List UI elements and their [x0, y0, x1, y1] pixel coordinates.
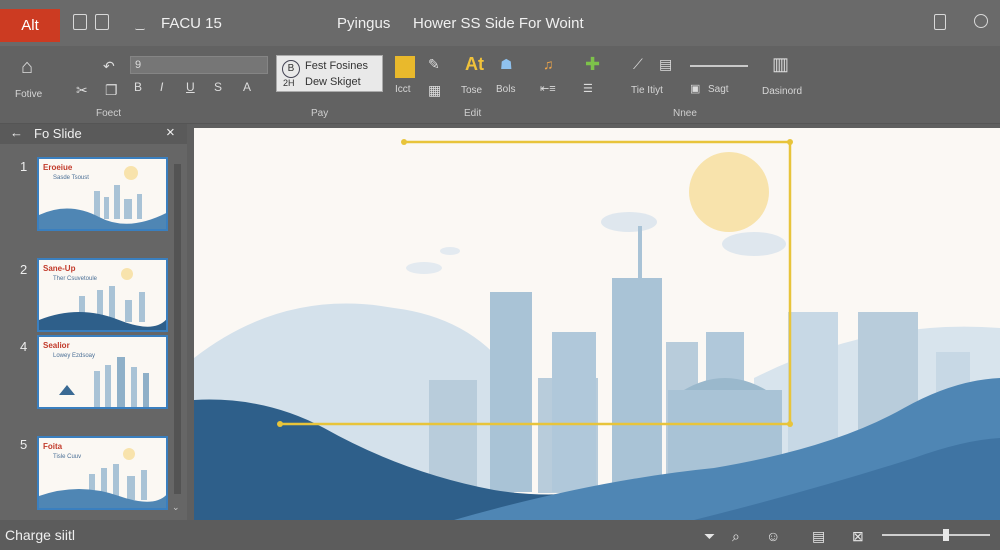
thumb-landscape — [39, 166, 166, 229]
ribbon: ⌂ Fotive ↶ ✂ ❐ 9 B I U S A B Fest Fosine… — [0, 46, 1000, 124]
slide-number: 1 — [20, 159, 28, 174]
font-size-value: 9 — [135, 59, 142, 71]
status-text: Charge siitl — [5, 527, 76, 543]
bols-label[interactable]: Bols — [496, 84, 515, 95]
arrow-left-icon[interactable]: ← — [10, 125, 23, 140]
building-shape — [429, 380, 477, 490]
user-icon[interactable]: ☺ — [766, 528, 780, 544]
slide-thumbnail[interactable]: Sealior Lowey Ezdsoay — [37, 335, 168, 409]
doc-icon[interactable] — [95, 14, 109, 30]
line-weight-icon[interactable] — [690, 65, 748, 67]
cloud-shape — [722, 232, 786, 256]
underline-icon[interactable]: U — [186, 80, 195, 94]
align-icon[interactable]: ⇤≡ — [540, 82, 556, 95]
style-line1: Fest Fosines — [305, 60, 368, 72]
style-line2: Dew Skiget — [305, 76, 361, 88]
zoom-slider-thumb[interactable] — [943, 529, 949, 541]
font-size-input[interactable]: 9 — [130, 56, 268, 74]
bold-icon[interactable]: B — [134, 80, 142, 94]
font-color-icon[interactable]: A — [243, 80, 251, 94]
alt-button[interactable]: Alt — [0, 9, 60, 42]
file-name: FACU 15 — [161, 15, 222, 32]
slide-number: 5 — [20, 437, 28, 452]
title-bar: Alt FACU 15 Pyingus Hower SS Side For Wo… — [0, 0, 1000, 46]
slide-illustration — [194, 139, 1000, 520]
brush-icon[interactable]: ✎ — [428, 56, 440, 73]
sun-shape — [689, 152, 769, 232]
restore-icon[interactable] — [934, 14, 946, 30]
copy-icon[interactable]: ❐ — [105, 82, 118, 99]
slide-panel: ← Fo Slide × 1 Eroeiue Sasde Tsoust 2 Sa… — [0, 124, 187, 520]
dashboard-label[interactable]: Dasinord — [762, 86, 802, 97]
spire-shape — [638, 226, 642, 280]
status-bar: Charge siitl ⏷ ⌕ ☺ ▤ ⊠ — [0, 520, 1000, 550]
thumb-landscape — [39, 268, 166, 330]
sagt-label[interactable]: Sagt — [708, 84, 729, 95]
zoom-slider[interactable] — [882, 529, 990, 541]
style-icon-label: 2H — [283, 78, 295, 88]
slide-canvas[interactable] — [194, 128, 1000, 520]
table-icon[interactable]: ▤ — [659, 56, 672, 73]
circle-icon[interactable] — [974, 14, 988, 28]
panel-scrollbar[interactable] — [174, 164, 181, 494]
thumb-landscape — [39, 448, 166, 508]
slide-number: 2 — [20, 262, 28, 277]
alt-button-label: Alt — [21, 17, 39, 34]
shape-icon[interactable]: ▣ — [690, 82, 700, 95]
icct-label[interactable]: Icct — [395, 84, 411, 95]
dashboard-icon[interactable]: ▥ — [772, 54, 789, 75]
music-icon[interactable]: ♫ — [543, 56, 554, 72]
text-style-icon[interactable]: At — [465, 54, 484, 75]
italic-icon[interactable]: I — [160, 80, 163, 94]
undo-icon[interactable]: ↶ — [103, 58, 115, 75]
slide-thumbnail[interactable]: Foita Tisle Cuuv — [37, 436, 168, 510]
selection-handle — [401, 139, 407, 145]
tie-itiyt-label[interactable]: Tie Itiyt — [631, 85, 663, 96]
tose-label[interactable]: Tose — [461, 85, 482, 96]
style-gallery[interactable]: B Fest Fosines 2H Dew Skiget — [276, 55, 383, 92]
clipboard-icon[interactable] — [395, 56, 415, 78]
group-label-font: Foect — [96, 108, 122, 119]
group-label-edit: Edit — [464, 108, 482, 119]
menu-text[interactable]: Pyingus — [337, 15, 390, 32]
home-icon[interactable]: ⌂ — [21, 56, 33, 79]
chevron-down-icon[interactable]: ⌄ — [172, 502, 180, 513]
slide-panel-header: ← Fo Slide × — [0, 124, 187, 144]
style-icon: B — [282, 60, 300, 78]
close-icon[interactable]: × — [166, 124, 175, 141]
notes-icon[interactable]: ▤ — [812, 528, 825, 545]
people-icon[interactable]: ☗ — [500, 56, 513, 73]
group-label-nnee: Nnee — [673, 108, 697, 119]
slide-thumbnail[interactable]: Sane-Up Ther Csuvetoule — [37, 258, 168, 332]
slideshow-icon[interactable]: ⊠ — [852, 528, 864, 545]
plus-icon[interactable]: ✚ — [585, 54, 600, 75]
slide-panel-title: Fo Slide — [34, 126, 82, 141]
selection-handle — [787, 139, 793, 145]
line-icon[interactable]: ⟋ — [633, 56, 643, 73]
fotive-label[interactable]: Fotive — [15, 89, 42, 100]
window-title: Hower SS Side For Woint — [413, 15, 584, 32]
cut-icon[interactable]: ✂ — [76, 82, 88, 99]
building-shape — [612, 278, 662, 493]
group-label-pay: Pay — [311, 108, 329, 119]
building-shape — [490, 292, 532, 492]
ruler-icon[interactable] — [135, 14, 145, 30]
grid-icon[interactable]: ▦ — [428, 82, 441, 99]
filter-icon[interactable]: ⏷ — [704, 528, 715, 545]
selection-handle — [277, 421, 283, 427]
page-icon[interactable] — [73, 14, 87, 30]
cloud-shape — [406, 262, 442, 274]
strike-icon[interactable]: S — [214, 80, 222, 94]
selection-handle — [787, 421, 793, 427]
slide-number: 4 — [20, 339, 28, 354]
cloud-shape — [440, 247, 460, 255]
search-icon[interactable]: ⌕ — [732, 528, 740, 545]
cloud-shape — [601, 212, 657, 232]
building-shape — [552, 332, 596, 492]
slide-thumbnail[interactable]: Eroeiue Sasde Tsoust — [37, 157, 168, 231]
list-icon[interactable]: ☰ — [583, 82, 593, 95]
thumb-landscape — [59, 357, 149, 407]
